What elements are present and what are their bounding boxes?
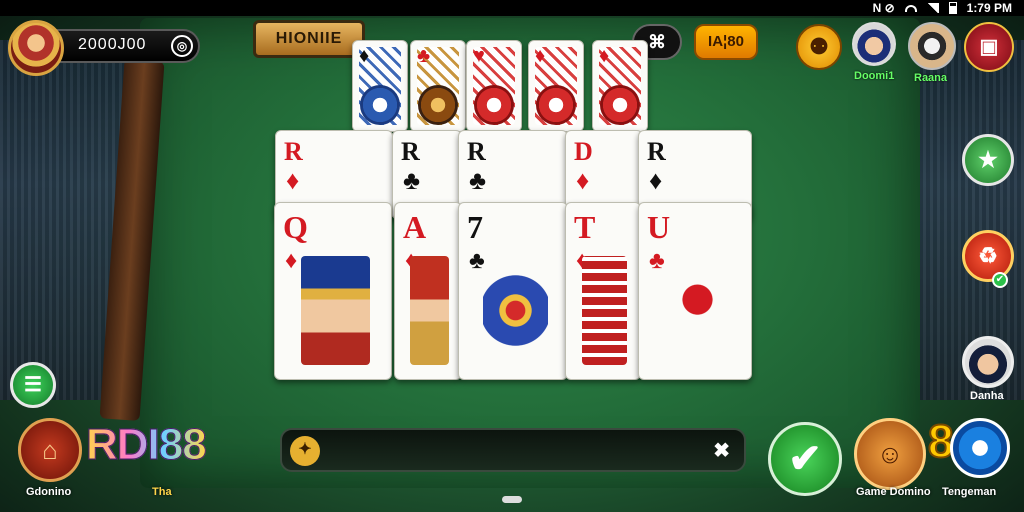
check-badge-icon: ✔ bbox=[992, 272, 1008, 288]
table-card-back[interactable]: ♣ bbox=[410, 40, 466, 132]
confirm-button[interactable]: ✔ bbox=[768, 422, 842, 496]
card-rank: R bbox=[401, 137, 420, 166]
card-face-art bbox=[663, 255, 731, 365]
logo-subtitle: Tha bbox=[152, 486, 172, 498]
card-suit-icon: ♦ bbox=[535, 45, 546, 67]
game-domino-label: Game Domino bbox=[856, 486, 931, 498]
opponent-avatar-1[interactable] bbox=[852, 22, 896, 66]
card-rank: A bbox=[403, 209, 427, 245]
table-card[interactable]: T♦ bbox=[565, 202, 641, 380]
card-face-art bbox=[482, 255, 548, 365]
card-medallion bbox=[360, 85, 400, 125]
player-avatar[interactable] bbox=[8, 20, 64, 76]
card-suit-icon: ♥ bbox=[473, 45, 485, 67]
player-balance-pill[interactable]: 2000J00 ◎ bbox=[8, 20, 200, 76]
table-card-back[interactable]: ♥ bbox=[466, 40, 522, 132]
voice-chat-button[interactable]: ⚉ bbox=[796, 24, 842, 70]
table-name-banner[interactable]: HIONIIE bbox=[253, 20, 365, 58]
home-button[interactable]: ⌂ bbox=[18, 418, 82, 482]
card-rank: D bbox=[574, 137, 593, 166]
balance-menu-icon[interactable]: ◎ bbox=[171, 35, 193, 57]
card-rank: Q bbox=[283, 209, 308, 245]
card-face-art bbox=[582, 255, 627, 365]
close-icon[interactable]: ✖ bbox=[713, 438, 730, 463]
status-notification-icons: N ⊘ bbox=[872, 1, 895, 15]
menu-button[interactable]: ☰ bbox=[10, 362, 56, 408]
chat-input-bar[interactable]: ✦ ✖ bbox=[280, 428, 746, 472]
status-time: 1:79 PM bbox=[966, 1, 1012, 15]
table-card[interactable]: U ♣ bbox=[638, 202, 752, 380]
card-suit-icon: ♣ bbox=[649, 247, 665, 274]
exit-button[interactable]: ▣ bbox=[964, 22, 1014, 72]
home-indicator bbox=[502, 496, 522, 503]
card-suit-icon: ♦ bbox=[285, 247, 298, 274]
opponent-name-1: Doomi1 bbox=[854, 70, 895, 82]
card-medallion bbox=[536, 85, 576, 125]
table-card-back[interactable]: ♦ bbox=[528, 40, 584, 132]
opponent-avatar-2[interactable] bbox=[908, 22, 956, 70]
table-card[interactable]: Q ♦ bbox=[274, 202, 392, 380]
card-suit-icon: ♦ bbox=[649, 165, 663, 195]
opponent-avatar-3[interactable] bbox=[962, 336, 1014, 388]
brand-logo: RDI88 bbox=[86, 420, 208, 470]
ear-icon: ⚉ bbox=[809, 34, 829, 59]
target-button[interactable] bbox=[950, 418, 1010, 478]
card-suit-icon: ♣ bbox=[403, 165, 421, 195]
table-card[interactable]: 7 ♣ bbox=[458, 202, 568, 380]
table-card-back[interactable]: ♦ bbox=[592, 40, 648, 132]
signal-icon bbox=[926, 3, 939, 13]
opponent-name-2: Raana bbox=[914, 72, 948, 84]
card-rank: R bbox=[467, 137, 486, 166]
table-card-back[interactable]: ♦ bbox=[352, 40, 408, 132]
player-balance: 2000J00 bbox=[78, 36, 147, 53]
opponent-name-3: Danha bbox=[970, 390, 1004, 402]
card-suit-icon: ♣ bbox=[417, 45, 431, 67]
card-medallion bbox=[600, 85, 640, 125]
card-face-art bbox=[300, 255, 371, 365]
card-suit-icon: ♦ bbox=[599, 45, 610, 67]
card-medallion bbox=[474, 85, 514, 125]
card-rank: T bbox=[574, 209, 596, 245]
card-medallion bbox=[418, 85, 458, 125]
game-domino-button[interactable]: ☺ bbox=[854, 418, 926, 490]
bet-amount-button[interactable]: IA¦80 bbox=[694, 24, 758, 60]
home-label: Gdonino bbox=[26, 486, 72, 498]
card-rank: R bbox=[647, 137, 666, 166]
card-suit-icon: ♦ bbox=[576, 165, 590, 195]
emoji-icon[interactable]: ✦ bbox=[290, 436, 320, 466]
status-bar: N ⊘ 1:79 PM bbox=[0, 0, 1024, 16]
table-card[interactable]: A♦ bbox=[394, 202, 462, 380]
card-suit-icon: ♦ bbox=[359, 45, 370, 67]
card-face-art bbox=[409, 255, 450, 365]
wifi-icon bbox=[904, 4, 917, 12]
card-rank: R bbox=[284, 137, 303, 166]
target-label: Tengeman bbox=[942, 486, 997, 498]
card-rank: 7 bbox=[467, 209, 483, 245]
card-suit-icon: ♣ bbox=[469, 165, 487, 195]
card-suit-icon: ♦ bbox=[286, 165, 300, 195]
gift-button[interactable]: ★ bbox=[962, 134, 1014, 186]
card-rank: U bbox=[647, 209, 671, 245]
battery-icon bbox=[948, 2, 957, 14]
